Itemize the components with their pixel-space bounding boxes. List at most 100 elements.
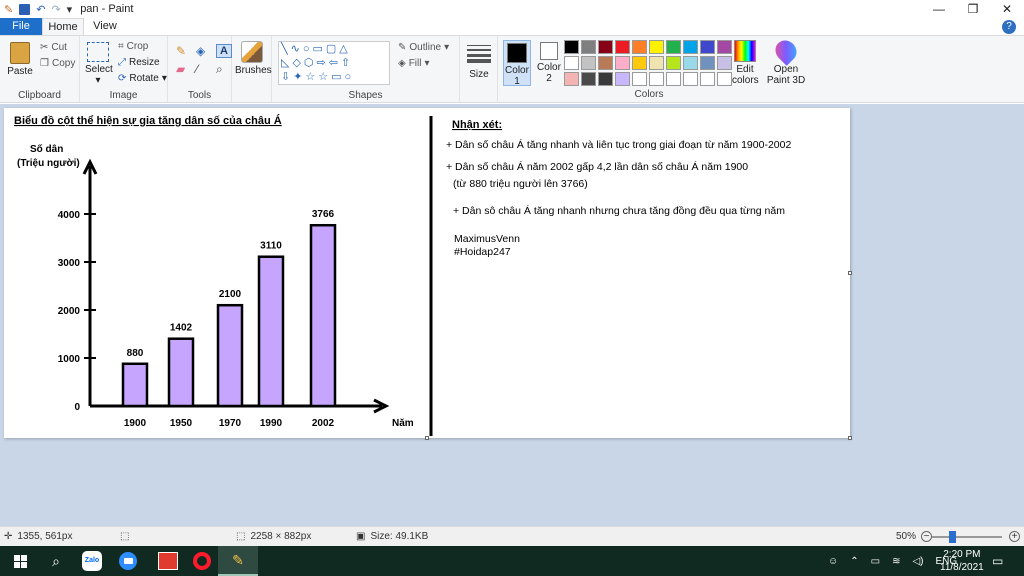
opera-icon [193, 552, 211, 570]
outline-label: Outline [409, 42, 442, 53]
canvas-resize-handle-corner[interactable] [848, 436, 852, 440]
copy-button[interactable]: ❐ Copy [40, 58, 75, 69]
palette-swatch[interactable] [598, 72, 613, 86]
tab-file[interactable]: File [0, 18, 42, 35]
drawing-canvas[interactable]: Biểu đồ cột thể hiện sự gia tăng dân số … [4, 108, 852, 440]
palette-swatch[interactable] [615, 40, 630, 54]
palette-swatch[interactable] [717, 56, 732, 70]
zoom-slider-track[interactable] [932, 536, 1002, 538]
minimize-button[interactable]: — [922, 0, 956, 18]
select-label: Select [85, 64, 113, 75]
y-axis-label-1: Số dân [30, 143, 63, 155]
redo-icon[interactable]: ↷ [51, 3, 60, 16]
zoom-out-icon[interactable]: − [921, 531, 933, 542]
help-icon[interactable]: ? [1002, 20, 1016, 34]
palette-swatch[interactable] [683, 40, 698, 54]
volume-icon[interactable]: ◁) [912, 556, 923, 567]
palette-swatch[interactable] [683, 56, 698, 70]
workspace[interactable]: Biểu đồ cột thể hiện sự gia tăng dân số … [0, 104, 1024, 526]
canvas-resize-handle-bottom[interactable] [425, 436, 429, 440]
close-button[interactable]: ✕ [990, 0, 1024, 18]
taskbar-zalo[interactable]: Zalo [72, 546, 112, 576]
palette-swatch[interactable] [564, 40, 579, 54]
fill-dropdown[interactable]: ◈ Fill ▾ [398, 58, 430, 69]
palette-swatch[interactable] [683, 72, 698, 86]
text-icon[interactable]: A [216, 44, 232, 58]
taskbar-opera[interactable] [182, 546, 222, 576]
palette-swatch[interactable] [581, 56, 596, 70]
outline-dropdown[interactable]: ✎ Outline ▾ [398, 42, 449, 53]
bar [121, 362, 149, 408]
palette-swatch[interactable] [649, 40, 664, 54]
copy-label: Copy [51, 58, 76, 69]
scissors-icon: ✂ [40, 42, 49, 53]
fill-icon[interactable]: ◈ [196, 44, 212, 58]
undo-icon[interactable]: ↶ [36, 3, 45, 16]
paint3d-label-2: Paint 3D [766, 75, 806, 86]
palette-swatch[interactable] [632, 72, 647, 86]
network-icon[interactable]: ≋ [892, 556, 900, 567]
paste-button[interactable]: Paste [6, 42, 34, 77]
customize-qa-icon[interactable]: ▾ [67, 3, 73, 16]
eraser-icon[interactable]: ▰ [176, 62, 192, 77]
palette-swatch[interactable] [649, 56, 664, 70]
select-button[interactable]: Select ▾ [85, 42, 113, 86]
tab-view[interactable]: View [84, 18, 126, 35]
open-paint3d-button[interactable]: Open Paint 3D [766, 36, 806, 86]
save-icon[interactable] [19, 3, 31, 15]
size-button[interactable]: Size [464, 41, 494, 80]
show-hidden-icons[interactable]: ⌃ [850, 556, 858, 567]
zoom-in-button[interactable]: + [1009, 531, 1020, 542]
resize-button[interactable]: ⤢ Resize [118, 57, 160, 68]
palette-swatch[interactable] [632, 56, 647, 70]
quick-access-toolbar: ✎ ↶ ↷ ▾ [0, 3, 72, 16]
taskbar-zoom[interactable] [108, 546, 148, 576]
search-button[interactable]: ⌕ [36, 546, 76, 576]
palette-swatch[interactable] [649, 72, 664, 86]
brushes-button[interactable]: Brushes [235, 41, 272, 76]
people-icon[interactable]: ☺ [828, 556, 838, 567]
image-group: Select ▾ ⌗ Crop ⤢ Resize ⟳ Rotate ▾ Image [80, 36, 168, 103]
zoom-slider-thumb[interactable] [949, 531, 956, 543]
palette-swatch[interactable] [564, 72, 579, 86]
shapes-gallery[interactable]: ╲∿○▭▢△ ◺◇⬡⇨⇦⇧ ⇩✦☆☆▭○ [278, 41, 390, 85]
palette-swatch[interactable] [666, 72, 681, 86]
palette-swatch[interactable] [581, 40, 596, 54]
color2-swatch [540, 42, 558, 60]
color2-button[interactable]: Color 2 [535, 42, 563, 84]
palette-swatch[interactable] [717, 72, 732, 86]
palette-swatch[interactable] [581, 72, 596, 86]
color-picker-icon[interactable]: ⁄ [196, 62, 212, 77]
palette-swatch[interactable] [700, 40, 715, 54]
cut-button[interactable]: ✂ Cut [40, 42, 67, 53]
palette-swatch[interactable] [564, 56, 579, 70]
palette-swatch[interactable] [615, 72, 630, 86]
taskbar-paint[interactable]: ✎ [218, 546, 258, 576]
start-button[interactable] [0, 546, 40, 576]
tab-home[interactable]: Home [42, 18, 84, 35]
select-icon [87, 42, 109, 62]
rotate-button[interactable]: ⟳ Rotate ▾ [118, 73, 167, 84]
palette-swatch[interactable] [700, 56, 715, 70]
crop-button[interactable]: ⌗ Crop [118, 41, 148, 52]
palette-swatch[interactable] [632, 40, 647, 54]
brushes-group: Brushes [232, 36, 272, 103]
color1-button[interactable]: Color 1 [503, 40, 531, 87]
edit-colors-button[interactable]: Edit colors [732, 40, 759, 86]
x-tick-label: 2002 [312, 418, 335, 429]
clock[interactable]: 2:20 PM 11/8/2021 [940, 546, 984, 576]
battery-icon[interactable]: ▭ [871, 556, 880, 567]
palette-swatch[interactable] [666, 56, 681, 70]
palette-swatch[interactable] [615, 56, 630, 70]
magnifier-icon[interactable]: ⌕ [216, 62, 232, 77]
palette-swatch[interactable] [700, 72, 715, 86]
maximize-button[interactable]: ❐ [956, 0, 990, 18]
palette-swatch[interactable] [598, 56, 613, 70]
note-2b: (từ 880 triệu người lên 3766) [453, 178, 588, 190]
pencil-icon[interactable]: ✎ [176, 44, 192, 58]
notifications-button[interactable]: ▭ [992, 546, 1003, 576]
palette-swatch[interactable] [666, 40, 681, 54]
canvas-resize-handle-right[interactable] [848, 271, 852, 275]
palette-swatch[interactable] [717, 40, 732, 54]
palette-swatch[interactable] [598, 40, 613, 54]
